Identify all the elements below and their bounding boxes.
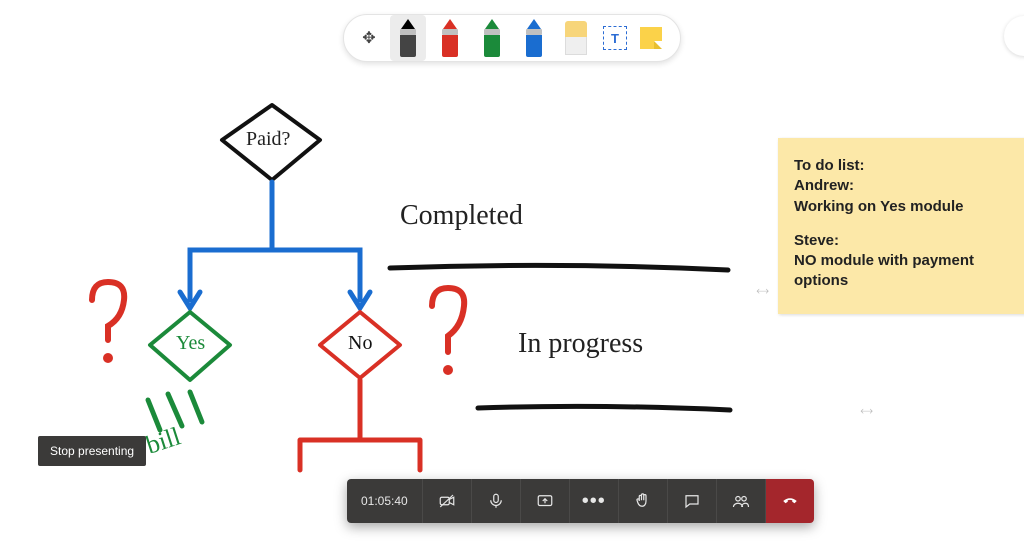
completed-heading: Completed [400,200,523,232]
question-mark-icon [432,288,464,352]
people-button[interactable] [716,479,765,523]
question-mark-icon [92,282,124,340]
raise-hand-button[interactable] [618,479,667,523]
share-screen-icon [536,492,554,510]
people-icon [732,492,750,510]
camera-off-icon [438,492,456,510]
question-dot [443,365,453,375]
inprogress-heading: In progress [518,328,643,360]
mic-button[interactable] [471,479,520,523]
connector-lines [190,182,360,300]
meeting-control-bar: 01:05:40 ••• [347,479,814,523]
hangup-icon [781,492,799,510]
no-label: No [348,332,372,355]
camera-button[interactable] [422,479,471,523]
stop-presenting-tooltip: Stop presenting [38,436,146,466]
no-branch [300,380,420,470]
sticky-steve: Steve: [794,231,1024,251]
question-dot [103,353,113,363]
sticky-steve-task: NO module with payment options [794,251,1024,292]
sticky-note[interactable]: To do list: Andrew: Working on Yes modul… [778,138,1024,314]
more-button[interactable]: ••• [569,479,618,523]
raise-hand-icon [634,492,652,510]
mic-icon [487,492,505,510]
decision-label: Paid? [246,128,290,151]
share-button[interactable] [520,479,569,523]
chat-button[interactable] [667,479,716,523]
sticky-andrew-task: Working on Yes module [794,197,1024,217]
yes-label: Yes [176,332,205,355]
completed-underline [390,265,728,270]
sticky-title: To do list: [794,156,1024,176]
meeting-timer: 01:05:40 [347,479,422,523]
chat-icon [683,492,701,510]
sticky-andrew: Andrew: [794,176,1024,196]
hangup-button[interactable] [765,479,814,523]
inprogress-underline [478,406,730,410]
